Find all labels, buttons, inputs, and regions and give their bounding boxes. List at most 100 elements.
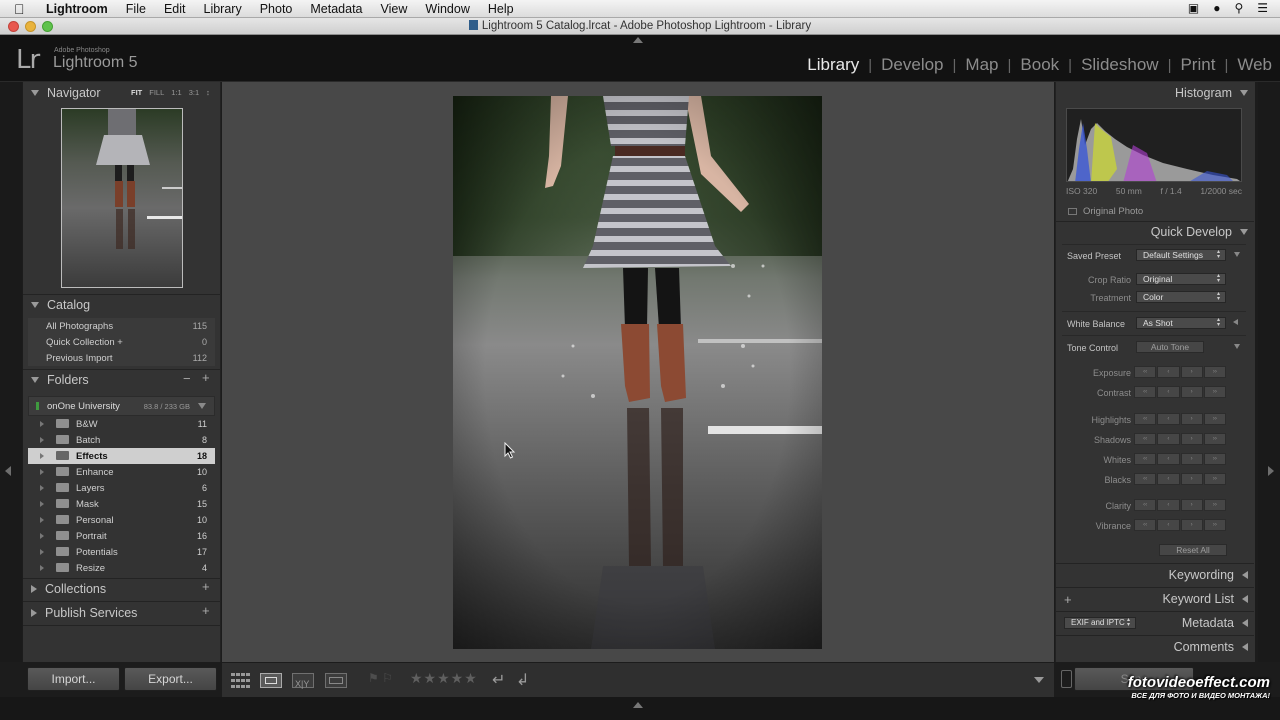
white-balance-expand-icon[interactable] [1233,319,1238,325]
module-book[interactable]: Book [1020,55,1059,75]
metadata-preset-select[interactable]: EXIF and IPTC [1064,616,1136,629]
search-icon[interactable]: ⚲ [1234,1,1243,15]
toolbar-content-dropdown-icon[interactable] [1034,677,1044,683]
add-publish-service-icon[interactable]: + [202,603,210,618]
folder-effects[interactable]: Effects 18 [28,448,215,464]
zoom-3-1[interactable]: 3:1 [189,88,199,97]
blacks-stepper[interactable]: ‹‹ ‹ › ›› [1134,473,1226,485]
grid-view-icon[interactable] [230,672,252,689]
folder-enhance[interactable]: Enhance 10 [28,464,215,480]
flag-icons[interactable]: ⚑ ⚐ [368,671,393,685]
folder-expand-icon[interactable] [40,485,44,491]
list-icon[interactable]: ☰ [1257,1,1268,15]
catalog-item-quick-collection[interactable]: Quick Collection + 0 [28,334,215,350]
catalog-header[interactable]: Catalog [31,295,90,315]
clarity-stepper[interactable]: ‹‹ ‹ › ›› [1134,499,1226,511]
vibrance-stepper[interactable]: ‹‹ ‹ › ›› [1134,519,1226,531]
export-button[interactable]: Export... [124,667,217,691]
saved-preset-select[interactable]: Default Settings [1136,248,1226,261]
import-button[interactable]: Import... [27,667,120,691]
folder-potentials[interactable]: Potentials 17 [28,544,215,560]
folder-expand-icon[interactable] [40,533,44,539]
module-library[interactable]: Library [807,55,859,75]
catalog-item-all-photographs[interactable]: All Photographs 115 [28,318,215,334]
menu-metadata[interactable]: Metadata [310,2,362,16]
metadata-header[interactable]: EXIF and IPTC Metadata [1056,613,1254,633]
crop-ratio-select[interactable]: Original [1136,272,1226,285]
quick-develop-header[interactable]: Quick Develop [1056,222,1254,242]
collections-header[interactable]: Collections [31,579,106,599]
module-develop[interactable]: Develop [881,55,943,75]
folder-expand-icon[interactable] [40,469,44,475]
compare-view-icon[interactable]: X|Y [292,673,314,689]
folder-resize[interactable]: Resize 4 [28,560,215,576]
exposure-stepper[interactable]: ‹‹ ‹ › ›› [1134,366,1226,378]
folder-portrait[interactable]: Portrait 16 [28,528,215,544]
add-collection-icon[interactable]: + [202,579,210,594]
user-icon[interactable]: ● [1213,1,1220,15]
folders-header[interactable]: Folders [31,370,89,390]
folder-mask[interactable]: Mask 15 [28,496,215,512]
comments-header[interactable]: Comments [1056,637,1254,657]
menu-library[interactable]: Library [204,2,242,16]
menu-help[interactable]: Help [488,2,514,16]
histogram-header[interactable]: Histogram [1056,83,1254,103]
volume-collapse-icon[interactable] [198,403,206,409]
menu-edit[interactable]: Edit [164,2,186,16]
add-folder-icon[interactable]: + [202,370,210,385]
catalog-item-previous-import[interactable]: Previous Import 112 [28,350,215,366]
folder-expand-icon[interactable] [40,501,44,507]
rotate-right-icon[interactable]: ↲ [516,670,529,690]
folder-personal[interactable]: Personal 10 [28,512,215,528]
zoom-dropdown-icon[interactable]: ↕ [206,88,210,97]
close-window-icon[interactable] [8,21,19,32]
folder-expand-icon[interactable] [40,421,44,427]
module-slideshow[interactable]: Slideshow [1081,55,1159,75]
folder-batch[interactable]: Batch 8 [28,432,215,448]
folder-expand-icon[interactable] [40,437,44,443]
apple-icon[interactable]:  [14,1,32,17]
folder-expand-icon[interactable] [40,453,44,459]
navigator-header[interactable]: Navigator [31,83,101,103]
contrast-stepper[interactable]: ‹‹ ‹ › ›› [1134,386,1226,398]
whites-stepper[interactable]: ‹‹ ‹ › ›› [1134,453,1226,465]
keyword-list-header[interactable]: + Keyword List [1056,589,1254,609]
keywording-header[interactable]: Keywording [1056,565,1254,585]
navigator-preview[interactable] [61,108,183,288]
minimize-window-icon[interactable] [25,21,36,32]
menu-window[interactable]: Window [425,2,469,16]
histogram-chart[interactable] [1066,108,1242,182]
reset-all-button[interactable]: Reset All [1159,544,1227,556]
folder-bw[interactable]: B&W 11 [28,416,215,432]
volume-onone-university[interactable]: onOne University 83.8 / 233 GB [28,396,215,416]
sync-toggle-switch[interactable] [1061,670,1072,688]
loupe-view[interactable] [222,82,1054,662]
saved-preset-collapse-icon[interactable] [1234,252,1240,257]
screen-record-icon[interactable]: ▣ [1188,1,1199,15]
star-rating[interactable]: ★★★★★ [410,670,478,687]
treatment-select[interactable]: Color [1136,290,1226,303]
folder-layers[interactable]: Layers 6 [28,480,215,496]
main-photo[interactable] [453,96,822,649]
add-keyword-icon[interactable]: + [1064,592,1072,607]
folder-expand-icon[interactable] [40,549,44,555]
shadows-stepper[interactable]: ‹‹ ‹ › ›› [1134,433,1226,445]
zoom-1-1[interactable]: 1:1 [171,88,181,97]
folder-expand-icon[interactable] [40,517,44,523]
menu-app-lightroom[interactable]: Lightroom [46,2,108,16]
highlights-stepper[interactable]: ‹‹ ‹ › ›› [1134,413,1226,425]
survey-view-icon[interactable] [325,673,347,688]
rotate-left-icon[interactable]: ↵ [492,670,505,690]
publish-services-header[interactable]: Publish Services [31,603,137,623]
module-map[interactable]: Map [965,55,998,75]
white-balance-select[interactable]: As Shot [1136,316,1226,329]
filmstrip-toggle-icon[interactable] [633,702,643,708]
zoom-fill[interactable]: FILL [149,88,164,97]
right-panel-toggle-icon[interactable] [1268,466,1274,476]
zoom-window-icon[interactable] [42,21,53,32]
auto-tone-button[interactable]: Auto Tone [1136,341,1204,353]
menu-photo[interactable]: Photo [260,2,293,16]
top-panel-toggle-icon[interactable] [633,37,643,43]
left-panel-toggle-icon[interactable] [5,466,11,476]
loupe-view-icon[interactable] [260,673,282,688]
